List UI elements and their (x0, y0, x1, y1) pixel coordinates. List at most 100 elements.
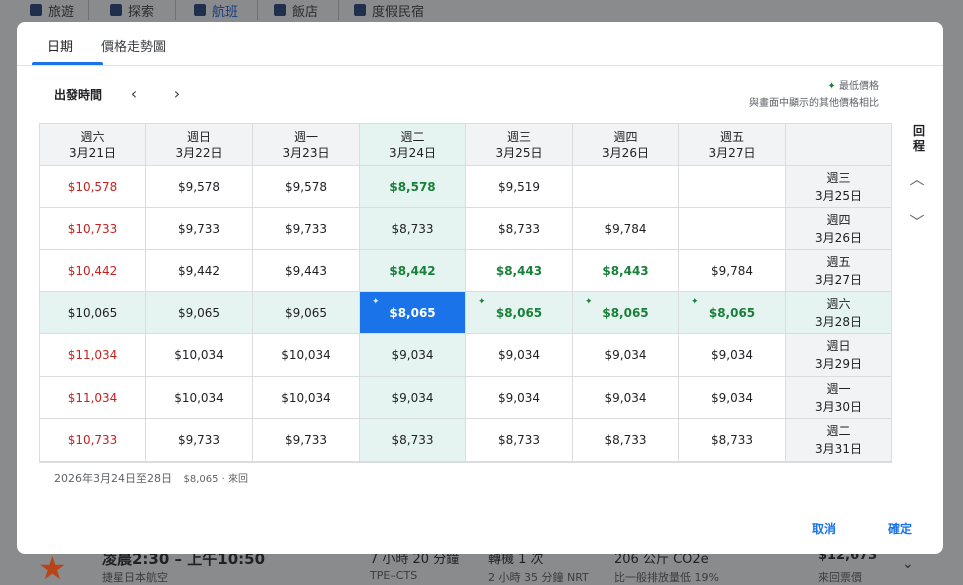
price-cell[interactable]: $8,733 (466, 208, 573, 250)
price-cell[interactable]: $9,733 (253, 419, 360, 462)
price-cell[interactable]: $9,578 (253, 166, 360, 208)
departure-prev-button[interactable]: ‹ (123, 82, 145, 104)
price-cell[interactable]: $9,733 (146, 208, 253, 250)
price-value: $9,034 (604, 348, 647, 362)
price-cell[interactable]: $8,443 (466, 250, 573, 292)
departure-label: 出發時間 (54, 88, 103, 102)
header-date: 3月26日 (602, 145, 649, 160)
price-value: $9,519 (498, 179, 540, 194)
return-prev-button[interactable]: ︿ (905, 166, 929, 190)
price-cell[interactable]: $11,034 (40, 334, 146, 377)
price-value: $9,733 (285, 221, 327, 236)
price-cell[interactable]: ✦ $8,065 (679, 292, 786, 334)
return-label: 回程 (913, 124, 926, 153)
price-cell[interactable]: $9,578 (146, 166, 253, 208)
confirm-button[interactable]: 確定 (888, 520, 912, 537)
price-cell[interactable]: $9,034 (466, 377, 573, 419)
price-cell[interactable]: $9,034 (573, 377, 679, 419)
cancel-button[interactable]: 取消 (812, 520, 836, 537)
price-cell[interactable]: $8,733 (573, 419, 679, 462)
sparkle-icon: ✦ (827, 81, 836, 92)
nav-tab-1[interactable]: 探索 (110, 0, 154, 20)
departure-date-header: 週四 3月26日 (573, 124, 679, 166)
price-cell[interactable]: $8,733 (679, 419, 786, 462)
price-cell[interactable]: $10,578 (40, 166, 146, 208)
nav-tab-4[interactable]: 度假民宿 (354, 0, 424, 20)
price-cell[interactable]: ✦ $8,065 (573, 292, 679, 334)
price-cell[interactable]: $9,443 (253, 250, 360, 292)
departure-date-header: 週一 3月23日 (253, 124, 360, 166)
price-cell[interactable]: ✦ $8,065 (360, 292, 466, 334)
price-cell[interactable]: $10,065 (40, 292, 146, 334)
sparkle-icon: ✦ (478, 297, 486, 307)
price-value: $10,034 (174, 348, 224, 362)
return-next-button[interactable]: ﹀ (905, 209, 929, 233)
price-cell[interactable]: $9,034 (573, 334, 679, 377)
tab-price-graph[interactable]: 價格走勢圖 (101, 36, 166, 55)
price-cell[interactable]: $8,733 (466, 419, 573, 462)
expand-chevron-icon[interactable]: ⌄ (902, 556, 914, 572)
nav-divider (175, 0, 176, 20)
price-value: $9,065 (285, 305, 327, 320)
price-cell[interactable]: $8,733 (360, 208, 466, 250)
header-weekday: 週二 (400, 129, 425, 144)
price-cell[interactable]: $9,065 (253, 292, 360, 334)
active-tab-indicator (32, 62, 103, 65)
price-grid: 週六 3月21日 週日 3月22日 週一 3月23日 週二 3月24日 週三 3月25日 週四 3月2… (39, 123, 892, 463)
chevron-up-icon: ︿ (909, 169, 925, 188)
departure-next-button[interactable]: › (166, 82, 188, 104)
header-date: 3月27日 (708, 145, 756, 160)
price-cell[interactable]: $10,034 (253, 334, 360, 377)
nav-tab-2[interactable]: 航班 (194, 0, 238, 20)
price-value: $8,733 (391, 433, 434, 447)
price-cell[interactable]: $10,034 (253, 377, 360, 419)
price-value: $8,733 (498, 433, 540, 447)
price-cell[interactable]: ✦ $8,065 (466, 292, 573, 334)
price-cell[interactable]: $8,733 (360, 419, 466, 462)
price-cell[interactable]: $9,034 (679, 334, 786, 377)
price-cell[interactable]: $8,442 (360, 250, 466, 292)
price-cell[interactable]: $9,034 (360, 377, 466, 419)
price-cell[interactable]: $9,733 (146, 419, 253, 462)
legend-lowest-label: 最低價格 (839, 81, 879, 92)
price-cell[interactable]: $10,034 (146, 377, 253, 419)
price-cell[interactable]: $10,442 (40, 250, 146, 292)
price-value: $8,443 (495, 263, 543, 278)
nav-tab-3[interactable]: 飯店 (274, 0, 318, 20)
price-cell[interactable]: $8,443 (573, 250, 679, 292)
price-cell[interactable]: $8,578 (360, 166, 466, 208)
price-value: $8,065 (495, 305, 543, 320)
header-weekday: 週五 (719, 129, 744, 144)
date-grid-dialog: 日期 價格走勢圖 出發時間 ‹ › ✦ 最低價格 與畫面中顯示的其他價格相比 週… (17, 22, 943, 554)
price-cell[interactable]: $9,784 (679, 250, 786, 292)
price-cell[interactable]: $11,034 (40, 377, 146, 419)
price-value: $9,034 (711, 390, 753, 405)
nav-tab-label: 旅遊 (48, 4, 75, 20)
price-value: $9,733 (285, 433, 327, 447)
price-cell[interactable]: $9,065 (146, 292, 253, 334)
nav-tab-0[interactable]: 旅遊 (30, 0, 74, 20)
price-cell[interactable]: $9,034 (360, 334, 466, 377)
result-layover: 2 小時 35 分鐘 NRT (488, 571, 589, 584)
header-weekday: 週五 (826, 254, 851, 269)
price-cell[interactable]: $9,733 (253, 208, 360, 250)
price-value: $8,065 (708, 305, 756, 320)
grid-corner (786, 124, 892, 166)
suitcase-icon (30, 4, 42, 16)
tab-dates[interactable]: 日期 (47, 36, 73, 55)
price-value: $9,034 (604, 390, 647, 405)
price-cell[interactable]: $10,733 (40, 419, 146, 462)
price-cell[interactable]: $9,034 (466, 334, 573, 377)
price-cell[interactable]: $9,034 (679, 377, 786, 419)
price-value: $9,578 (285, 179, 327, 194)
header-date: 3月26日 (815, 230, 862, 245)
result-route: TPE–CTS (370, 569, 418, 582)
summary-price: $8,065 · 來回 (183, 474, 249, 485)
price-cell[interactable]: $10,733 (40, 208, 146, 250)
price-cell[interactable]: $9,519 (466, 166, 573, 208)
price-cell[interactable]: $10,034 (146, 334, 253, 377)
price-cell[interactable]: $9,442 (146, 250, 253, 292)
explore-icon (110, 4, 122, 16)
price-cell[interactable]: $9,784 (573, 208, 679, 250)
price-value: $11,034 (67, 390, 118, 405)
